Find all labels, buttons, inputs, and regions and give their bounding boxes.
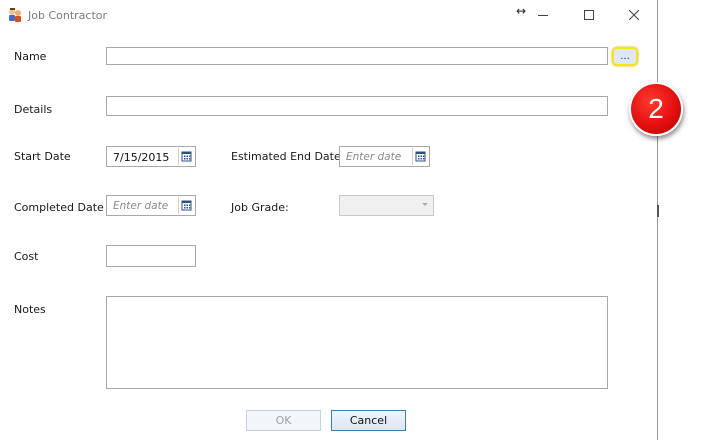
cost-label: Cost — [14, 250, 39, 263]
cost-field[interactable] — [106, 245, 196, 267]
name-field[interactable] — [106, 47, 608, 65]
close-icon — [629, 10, 639, 20]
window-title: Job Contractor — [28, 9, 108, 22]
completed-date-picker[interactable]: Enter date — [106, 195, 196, 216]
notes-label: Notes — [14, 303, 46, 316]
maximize-icon — [584, 10, 594, 20]
est-end-date-picker[interactable]: Enter date — [339, 146, 430, 167]
start-date-value: 7/15/2015 — [113, 151, 170, 164]
name-label: Name — [14, 50, 47, 63]
close-button[interactable] — [611, 0, 657, 30]
calendar-icon[interactable] — [412, 148, 428, 165]
completed-date-placeholder: Enter date — [113, 200, 169, 212]
calendar-icon[interactable] — [178, 197, 194, 214]
start-date-label: Start Date — [14, 150, 71, 163]
cancel-button[interactable]: Cancel — [331, 410, 406, 431]
title-bar[interactable]: Job Contractor ↔ — [0, 0, 657, 30]
notes-field[interactable] — [106, 296, 608, 389]
window-edge-marker — [657, 205, 659, 217]
details-label: Details — [14, 103, 53, 116]
job-grade-label: Job Grade: — [231, 201, 289, 214]
app-icon — [9, 8, 21, 22]
start-date-picker[interactable]: 7/15/2015 — [106, 146, 196, 167]
chevron-down-icon — [422, 203, 428, 206]
minimize-icon — [538, 15, 548, 16]
est-end-date-placeholder: Enter date — [346, 151, 402, 163]
step-badge: 2 — [629, 82, 683, 136]
ok-button[interactable]: OK — [246, 410, 321, 431]
maximize-button[interactable] — [566, 0, 612, 30]
job-grade-dropdown[interactable] — [339, 195, 434, 216]
name-browse-button[interactable]: ... — [612, 47, 638, 66]
est-end-date-label: Estimated End Date — [231, 150, 341, 163]
completed-date-label: Completed Date — [14, 201, 104, 214]
calendar-icon[interactable] — [178, 148, 194, 165]
job-contractor-window: Job Contractor ↔ Name Details Start Date… — [0, 0, 658, 440]
details-field[interactable] — [106, 96, 608, 116]
minimize-button[interactable] — [520, 0, 566, 30]
